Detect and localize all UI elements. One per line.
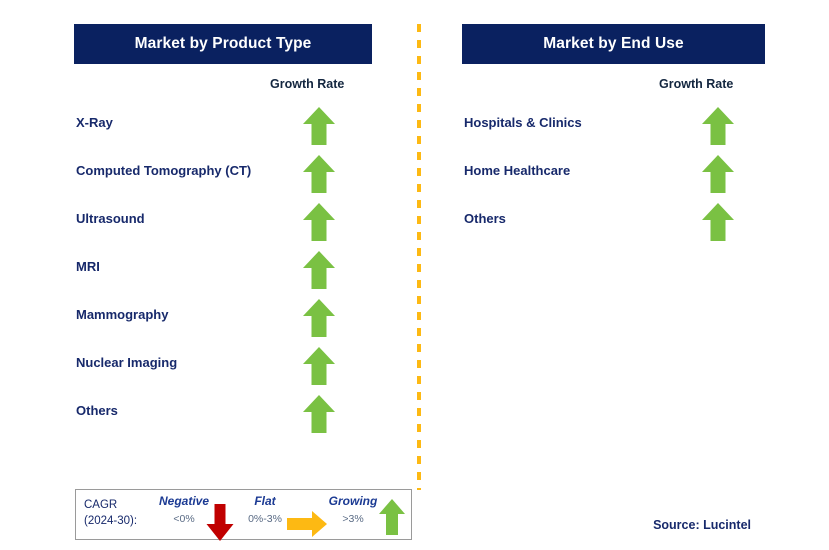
segment-label-product-type-3: MRI bbox=[76, 259, 100, 274]
segment-label-product-type-4: Mammography bbox=[76, 307, 169, 322]
up-arrow-icon bbox=[302, 154, 336, 194]
source-attribution: Source: Lucintel bbox=[653, 518, 751, 532]
table-row: Others bbox=[74, 392, 372, 440]
table-row: Others bbox=[462, 200, 765, 248]
cagr-legend-box: CAGR (2024-30): Negative <0% Flat 0%-3% … bbox=[75, 489, 412, 540]
table-row: Computed Tomography (CT) bbox=[74, 152, 372, 200]
right-arrow-icon bbox=[287, 511, 327, 537]
table-row: Ultrasound bbox=[74, 200, 372, 248]
up-arrow-icon bbox=[701, 202, 735, 242]
up-arrow-icon bbox=[701, 154, 735, 194]
segment-label-end-use-2: Others bbox=[464, 211, 506, 226]
up-arrow-icon bbox=[302, 298, 336, 338]
segment-label-product-type-6: Others bbox=[76, 403, 118, 418]
dashed-vertical-divider bbox=[417, 24, 421, 490]
up-arrow-icon bbox=[302, 346, 336, 386]
table-row: Hospitals & Clinics bbox=[462, 104, 765, 152]
up-arrow-icon bbox=[302, 394, 336, 434]
table-row: MRI bbox=[74, 248, 372, 296]
legend-cagr-line2: (2024-30): bbox=[84, 515, 138, 527]
legend-cagr-line1: CAGR bbox=[84, 499, 118, 511]
up-arrow-icon bbox=[302, 250, 336, 290]
segment-label-product-type-1: Computed Tomography (CT) bbox=[76, 163, 252, 178]
table-row: Mammography bbox=[74, 296, 372, 344]
segment-label-product-type-5: Nuclear Imaging bbox=[76, 355, 178, 370]
product-type-row-list: X-Ray Computed Tomography (CT) Ultrasound M… bbox=[74, 104, 372, 440]
growth-rate-header-right: Growth Rate bbox=[659, 77, 734, 91]
down-arrow-icon bbox=[206, 504, 234, 541]
end-use-row-list: Hospitals & Clinics Home Healthcare Others bbox=[462, 104, 765, 248]
panel-title-product-type: Market by Product Type bbox=[74, 24, 372, 64]
up-arrow-icon bbox=[701, 106, 735, 146]
up-arrow-icon bbox=[379, 499, 405, 535]
segment-label-end-use-0: Hospitals & Clinics bbox=[464, 115, 582, 130]
market-by-product-type-panel: Market by Product Type Growth Rate X-Ray… bbox=[74, 0, 372, 550]
growth-rate-header-left: Growth Rate bbox=[270, 77, 345, 91]
table-row: Nuclear Imaging bbox=[74, 344, 372, 392]
table-row: Home Healthcare bbox=[462, 152, 765, 200]
table-row: X-Ray bbox=[74, 104, 372, 152]
segment-label-product-type-2: Ultrasound bbox=[76, 211, 145, 226]
up-arrow-icon bbox=[302, 106, 336, 146]
panel-title-end-use: Market by End Use bbox=[462, 24, 765, 64]
up-arrow-icon bbox=[302, 202, 336, 242]
legend-cagr-label: CAGR (2024-30): bbox=[84, 497, 137, 529]
segment-label-product-type-0: X-Ray bbox=[76, 115, 113, 130]
market-by-end-use-panel: Market by End Use Growth Rate Hospitals … bbox=[462, 0, 765, 550]
segment-label-end-use-1: Home Healthcare bbox=[464, 163, 571, 178]
legend-flat-title: Flat bbox=[254, 494, 276, 508]
